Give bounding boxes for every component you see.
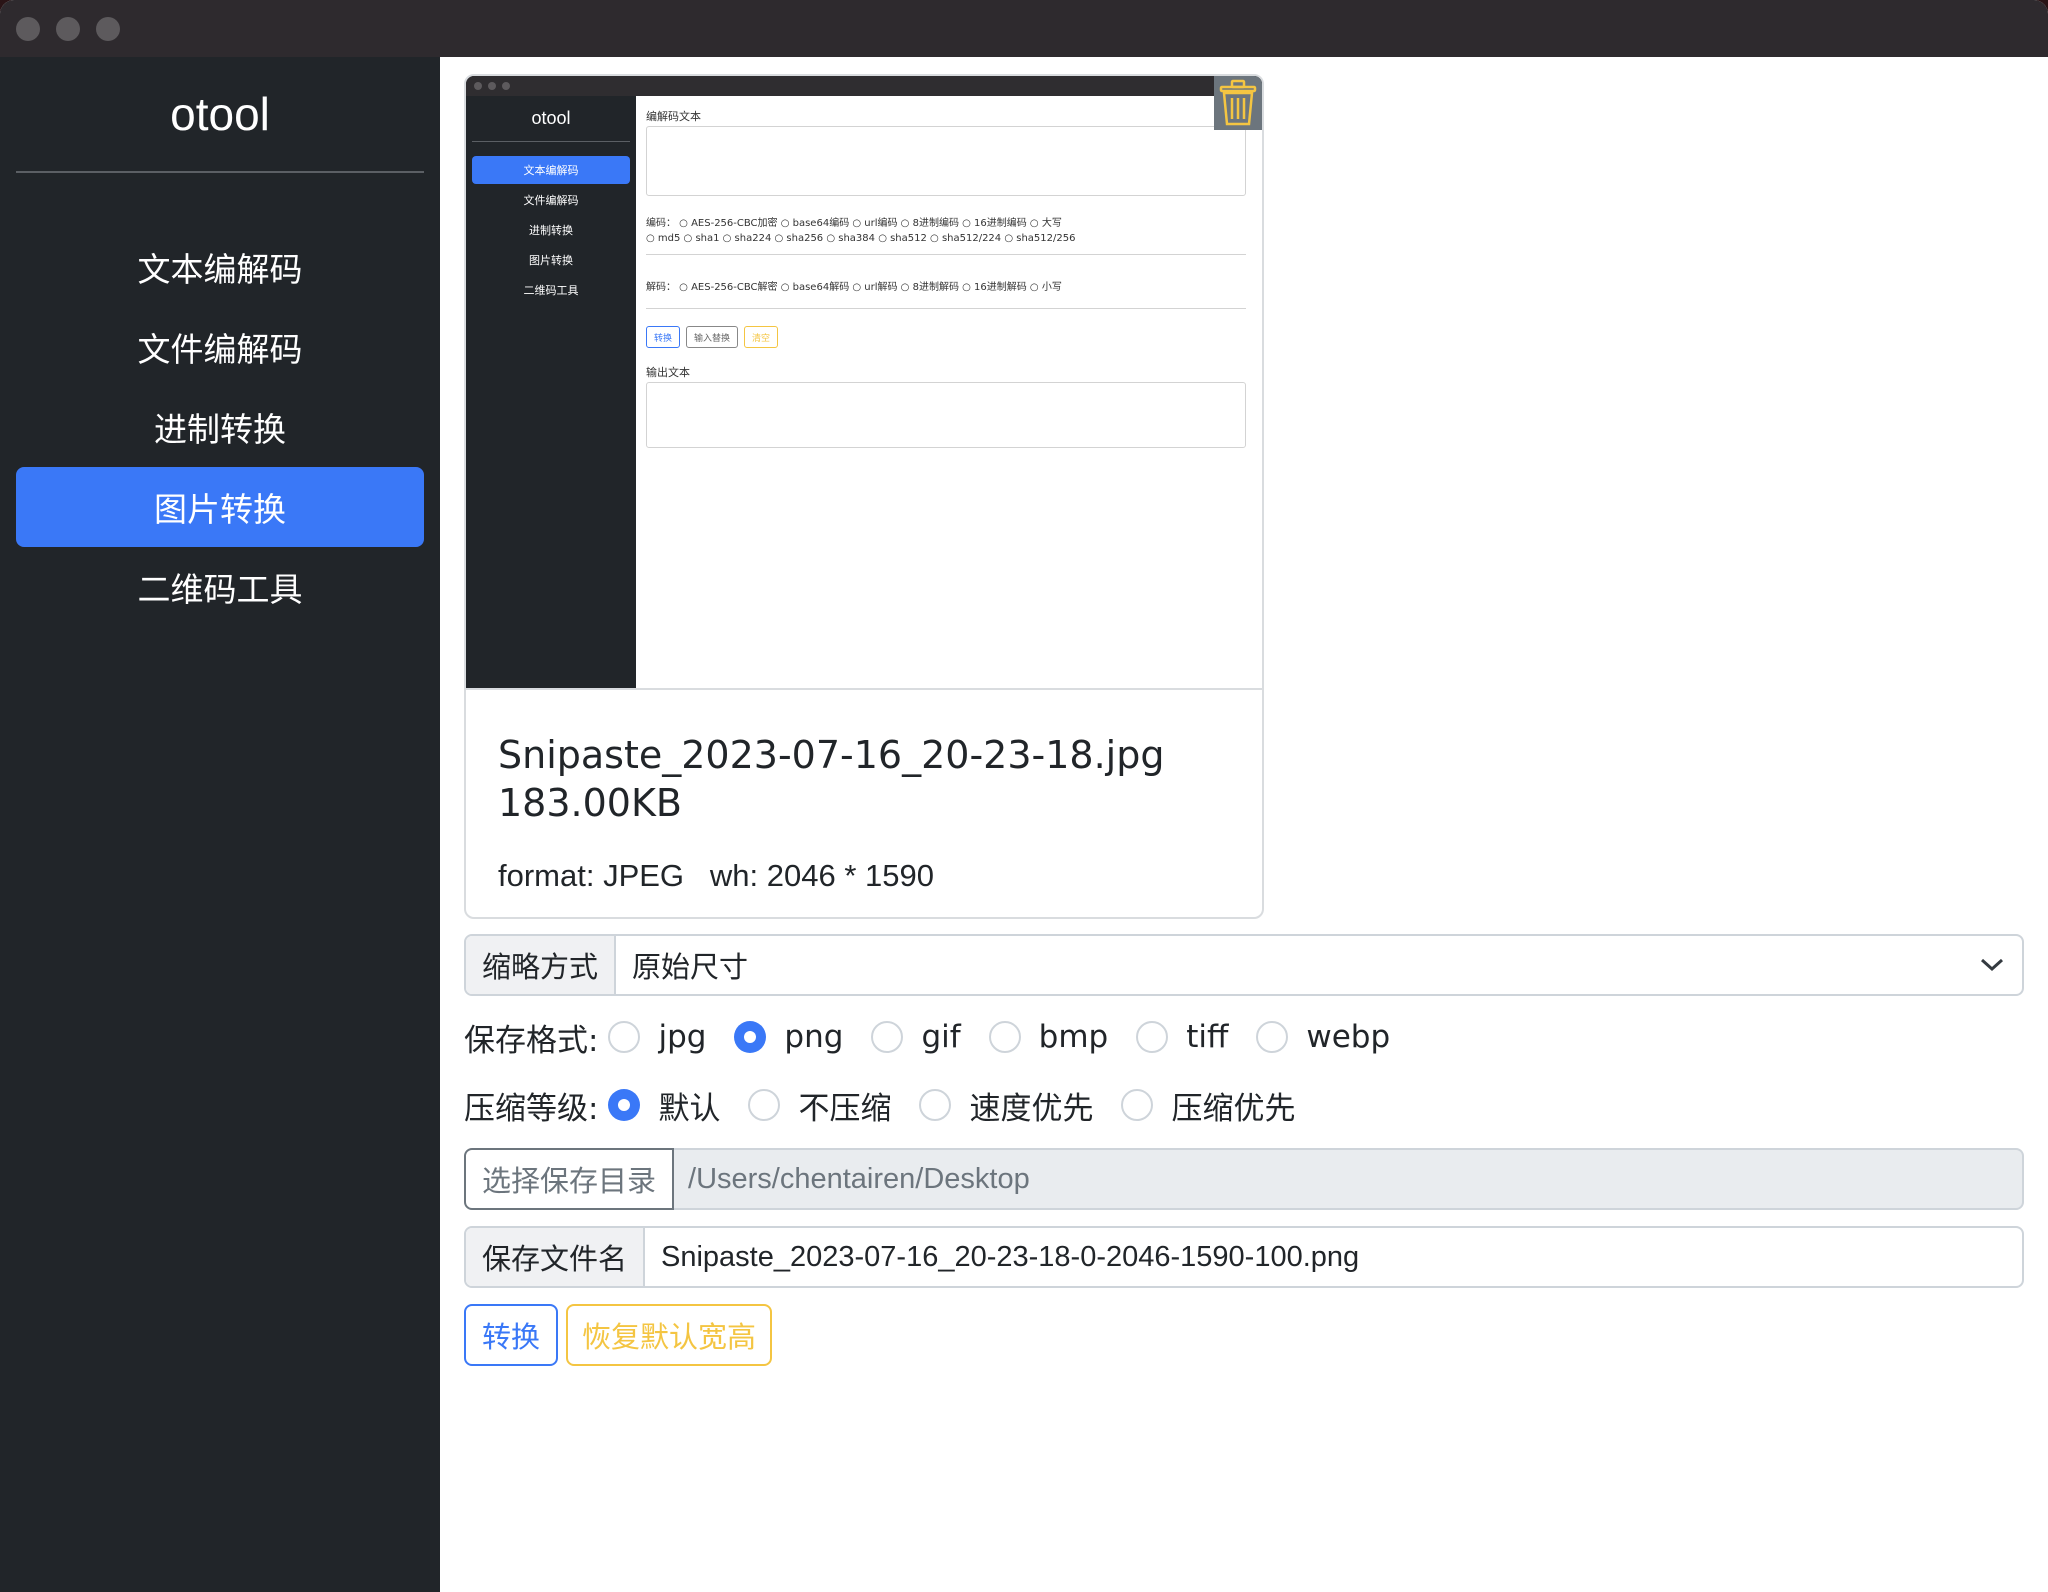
thumb-decode-line: 解码： ○ AES-256-CBC解密 ○ base64解码 ○ url解码 ○… [646,282,1062,293]
thumb-nav-item: 文件编解码 [523,194,579,207]
thumb-nav-item: 二维码工具 [523,284,579,297]
thumb-input-label: 编解码文本 [646,110,701,123]
file-size: 183.00KB [498,781,682,825]
radio-label: 默认 [658,1090,721,1127]
sidebar-item-image-convert[interactable]: 图片转换 [16,467,424,547]
radio-label: jpg [658,1019,707,1055]
save-filename-input[interactable]: Snipaste_2023-07-16_20-23-18-0-2046-1590… [645,1228,2022,1286]
compression-radio-default[interactable]: 默认 [608,1083,720,1128]
thumb-output-box [646,382,1246,448]
image-preview-card: otool 文本编解码 文件编解码 进制转换 图片转换 二维码工具 编解码文本 … [464,74,1264,919]
thumb-button: 输入替换 [686,326,738,348]
radio-label: bmp [1038,1019,1109,1055]
choose-directory-button[interactable]: 选择保存目录 [464,1148,675,1210]
radio-circle-checked[interactable] [608,1089,641,1121]
delete-image-button[interactable] [1214,76,1262,130]
resize-mode-value[interactable]: 原始尺寸 [616,936,1962,994]
radio-circle[interactable] [1121,1089,1154,1121]
app-window: otool 文本编解码 文件编解码 进制转换 图片转换 二维码工具 otool … [0,0,2048,1592]
radio-label: 不压缩 [798,1090,892,1127]
reset-size-button[interactable]: 恢复默认宽高 [566,1304,772,1366]
thumb-nav-item: 图片转换 [529,254,573,267]
radio-circle[interactable] [919,1089,952,1121]
compression-radio-size[interactable]: 压缩优先 [1121,1083,1295,1128]
chevron-down-icon[interactable] [1962,936,2022,994]
format-radio-gif[interactable]: gif [871,1019,961,1055]
radio-circle[interactable] [1136,1021,1169,1053]
thumb-nav-item: 进制转换 [529,224,573,237]
image-thumbnail: otool 文本编解码 文件编解码 进制转换 图片转换 二维码工具 编解码文本 … [466,76,1262,690]
compression-radio-speed[interactable]: 速度优先 [919,1083,1093,1128]
minimize-window-button[interactable] [56,17,80,41]
thumb-brand: otool [531,108,571,128]
thumb-divider [646,308,1246,309]
title-bar [0,0,2048,57]
sidebar-item-text-codec[interactable]: 文本编解码 [16,227,424,307]
resize-mode-select[interactable]: 缩略方式 原始尺寸 [464,934,2024,996]
radio-label: webp [1306,1019,1391,1055]
radio-circle-checked[interactable] [734,1021,767,1053]
file-meta: format: JPEG wh: 2046 * 1590 [498,858,934,893]
thumb-nav-item: 文本编解码 [472,156,630,184]
file-title: Snipaste_2023-07-16_20-23-18.jpg 183.00K… [498,731,1238,827]
trash-icon [1219,79,1257,126]
thumb-divider [646,254,1246,255]
radio-label: png [784,1019,844,1055]
sidebar-item-file-codec[interactable]: 文件编解码 [16,307,424,387]
radio-circle[interactable] [871,1021,904,1053]
thumb-encode-line: ○ md5 ○ sha1 ○ sha224 ○ sha256 ○ sha384 … [646,233,1076,244]
sidebar-item-base-convert[interactable]: 进制转换 [16,387,424,467]
save-directory-group: 选择保存目录 /Users/chentairen/Desktop [464,1148,2024,1210]
radio-circle[interactable] [988,1021,1021,1053]
main-content: otool 文本编解码 文件编解码 进制转换 图片转换 二维码工具 编解码文本 … [440,57,2048,1592]
thumb-main: 编解码文本 编码： ○ AES-256-CBC加密 ○ base64编码 ○ u… [636,96,1262,688]
thumb-output-label: 输出文本 [646,366,690,379]
thumb-sidebar: otool 文本编解码 文件编解码 进制转换 图片转换 二维码工具 [466,96,636,688]
format-radio-webp[interactable]: webp [1256,1019,1390,1055]
app-brand: otool [170,88,270,140]
compression-group: 压缩等级: 默认 不压缩 速度优先 压缩优先 [464,1080,1323,1130]
zoom-window-button[interactable] [96,17,120,41]
resize-mode-label: 缩略方式 [466,936,617,994]
radio-circle[interactable] [1256,1021,1289,1053]
thumb-title-bar [466,76,1262,96]
convert-button[interactable]: 转换 [464,1304,558,1366]
thumb-button: 清空 [744,326,778,348]
format-radio-tiff[interactable]: tiff [1136,1019,1228,1055]
thumb-encode-line: 编码： ○ AES-256-CBC加密 ○ base64编码 ○ url编码 ○… [646,218,1062,229]
save-filename-group: 保存文件名 Snipaste_2023-07-16_20-23-18-0-204… [464,1226,2024,1288]
radio-label: gif [921,1019,961,1055]
format-radio-jpg[interactable]: jpg [608,1019,706,1055]
directory-path-field: /Users/chentairen/Desktop [674,1148,2024,1210]
format-radio-bmp[interactable]: bmp [988,1019,1109,1055]
radio-label: tiff [1186,1019,1229,1055]
radio-label: 速度优先 [969,1090,1094,1127]
thumb-input-box [646,126,1246,196]
file-name: Snipaste_2023-07-16_20-23-18.jpg [498,733,1165,777]
radio-circle[interactable] [608,1021,641,1053]
thumb-button: 转换 [646,326,680,348]
save-filename-label: 保存文件名 [466,1228,646,1286]
compression-radio-none[interactable]: 不压缩 [748,1083,891,1128]
save-format-group: 保存格式: jpg png gif bmp tiff webp [464,1012,1418,1062]
close-window-button[interactable] [16,17,40,41]
radio-circle[interactable] [748,1089,781,1121]
compression-label: 压缩等级: [464,1090,599,1127]
save-format-label: 保存格式: [464,1022,599,1059]
sidebar-item-qrcode-tool[interactable]: 二维码工具 [16,547,424,627]
format-radio-png[interactable]: png [734,1019,843,1055]
radio-label: 压缩优先 [1171,1090,1296,1127]
sidebar: otool 文本编解码 文件编解码 进制转换 图片转换 二维码工具 [0,57,440,1592]
sidebar-divider [16,171,424,173]
